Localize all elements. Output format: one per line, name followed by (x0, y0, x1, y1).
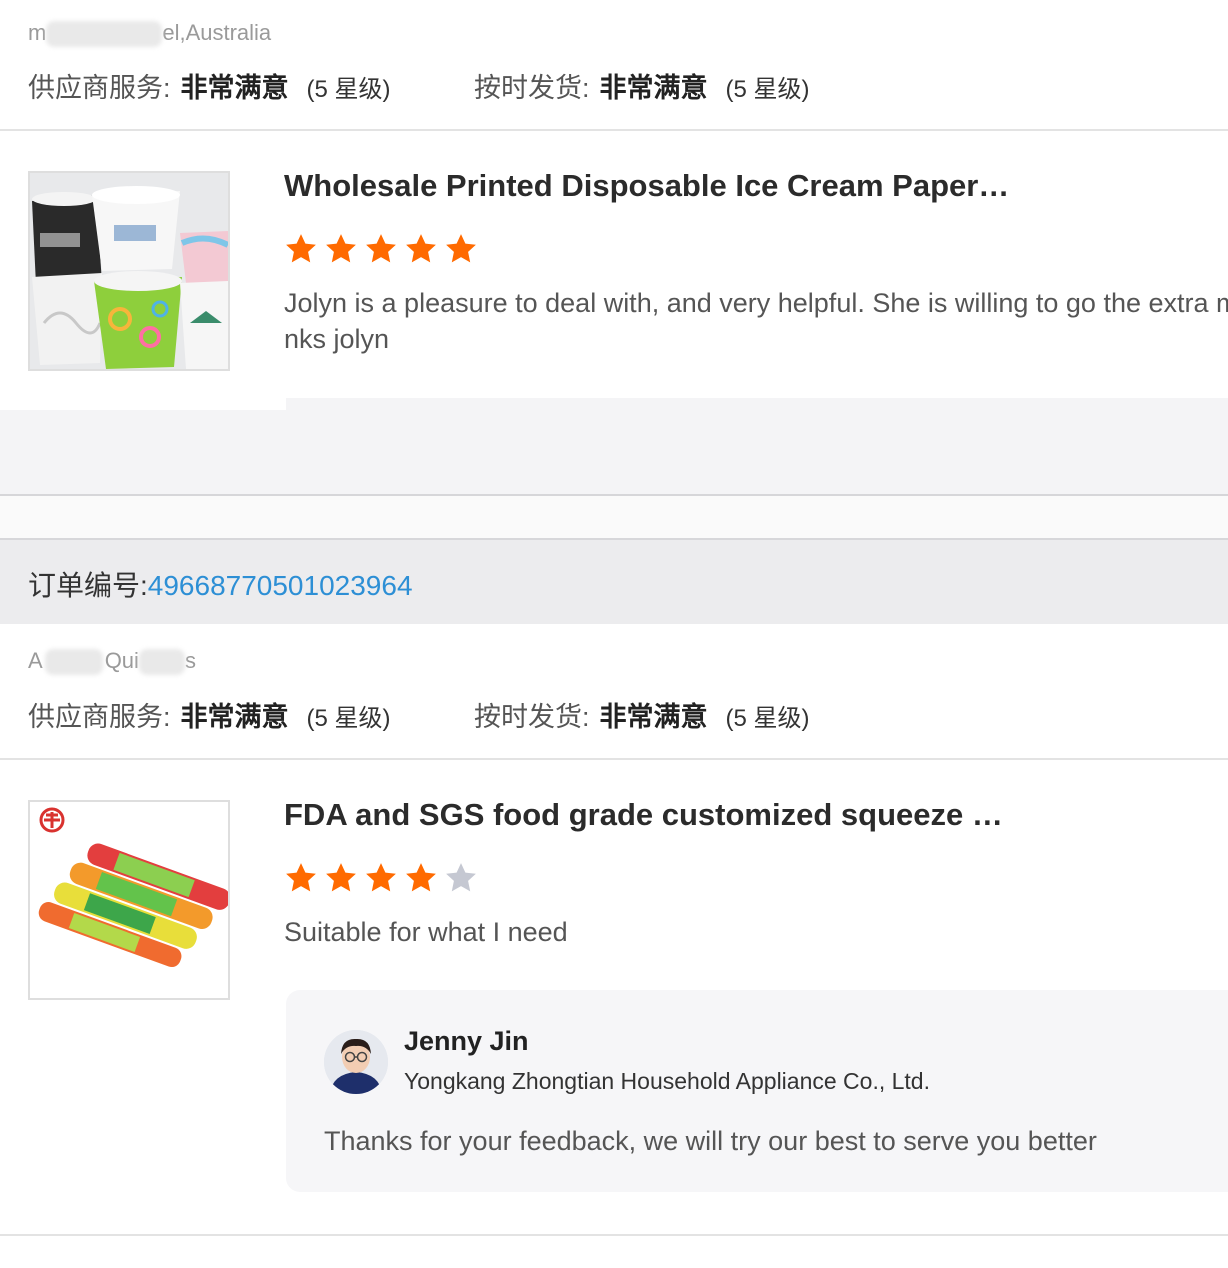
supplier-service-level: (5 星级) (306, 76, 391, 103)
supplier-service-value: 非常满意 (180, 702, 289, 732)
order-number-link[interactable]: 49668770501023964 (148, 570, 413, 601)
ice-cream-cups-image (30, 173, 228, 369)
divider (0, 1234, 1228, 1236)
ontime-label: 按时发货: (474, 702, 590, 732)
reply-company-name[interactable]: Yongkang Zhongtian Household Appliance C… (404, 1068, 930, 1095)
buyer-name-prefix: m (28, 20, 47, 45)
star-rating (284, 232, 478, 266)
review-text-line: nks jolyn (284, 324, 390, 354)
buyer-location: el,Australia (162, 20, 272, 45)
redacted-blur (44, 649, 103, 676)
star-filled-icon (286, 863, 316, 892)
buyer-name: A Qui s (28, 648, 196, 676)
supplier-service-label: 供应商服务: (28, 73, 171, 103)
reply-author-name: Jenny Jin (404, 1026, 529, 1056)
review-text: Jolyn is a pleasure to deal with, and ve… (284, 285, 1228, 357)
product-title[interactable]: FDA and SGS food grade customized squeez… (284, 797, 1003, 833)
avatar (324, 1030, 388, 1094)
divider (0, 758, 1228, 760)
review-text: Suitable for what I need (284, 917, 568, 947)
star-filled-icon (406, 234, 436, 263)
star-filled-icon (326, 234, 356, 263)
buyer-name: m el,Australia (28, 20, 272, 48)
star-empty-icon (446, 863, 476, 892)
order-bar: 订单编号:49668770501023964 (0, 538, 1228, 624)
band-notch (0, 398, 286, 410)
supplier-reply: Jenny Jin Yongkang Zhongtian Household A… (286, 990, 1228, 1192)
star-filled-icon (286, 234, 316, 263)
redacted-blur (138, 649, 185, 676)
star-rating (284, 861, 478, 895)
redacted-blur (46, 21, 163, 48)
review-text-line: Jolyn is a pleasure to deal with, and ve… (284, 288, 1228, 318)
avatar-image (324, 1030, 388, 1094)
ontime-value: 非常满意 (599, 702, 708, 732)
buyer-name-middle: Qui (104, 648, 139, 673)
supplier-service-label: 供应商服务: (28, 702, 171, 732)
star-filled-icon (446, 234, 476, 263)
supplier-service-level: (5 星级) (306, 705, 391, 732)
spacer-band (0, 496, 1228, 538)
ontime-value: 非常满意 (599, 73, 708, 103)
order-number-row: 订单编号:49668770501023964 (28, 564, 413, 604)
divider (0, 129, 1228, 131)
reply-placeholder-band (0, 398, 1228, 494)
ontime-level: (5 星级) (725, 76, 810, 103)
reply-text: Thanks for your feedback, we will try ou… (324, 1126, 1097, 1156)
rating-summary: 供应商服务: 非常满意 (5 星级) 按时发货: 非常满意 (5 星级) (28, 66, 810, 105)
star-filled-icon (406, 863, 436, 892)
ontime-level: (5 星级) (725, 705, 810, 732)
product-thumbnail[interactable] (28, 800, 230, 1000)
squeeze-tube-image (30, 802, 228, 998)
star-filled-icon (366, 863, 396, 892)
star-filled-icon (326, 863, 356, 892)
star-filled-icon (366, 234, 396, 263)
supplier-service-value: 非常满意 (180, 73, 289, 103)
product-title[interactable]: Wholesale Printed Disposable Ice Cream P… (284, 168, 1009, 204)
order-number-label: 订单编号: (28, 570, 148, 601)
product-thumbnail[interactable] (28, 171, 230, 371)
buyer-name-prefix: A (28, 648, 43, 673)
ontime-label: 按时发货: (474, 73, 590, 103)
rating-summary: 供应商服务: 非常满意 (5 星级) 按时发货: 非常满意 (5 星级) (28, 695, 810, 734)
buyer-name-suffix: s (184, 648, 196, 673)
